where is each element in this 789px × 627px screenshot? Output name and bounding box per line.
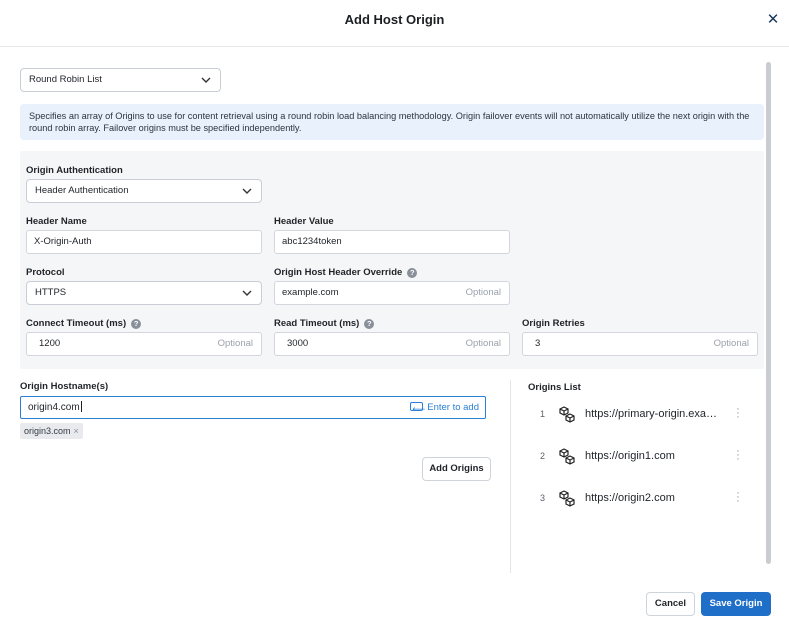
kebab-menu-icon[interactable]: · · · <box>735 404 741 423</box>
scrollbar[interactable] <box>766 62 771 564</box>
origins-list-item: 1 https://primary-origin.example.com ··· <box>528 404 753 425</box>
enter-to-add-hint: Enter to add <box>410 397 479 420</box>
chevron-down-icon <box>201 77 211 83</box>
origin-auth-value: Header Authentication <box>35 185 129 196</box>
connect-timeout-label-text: Connect Timeout (ms) <box>26 318 127 329</box>
origin-url: https://primary-origin.example.com <box>585 408 722 420</box>
optional-hint: Optional <box>465 338 501 349</box>
add-origins-button[interactable]: Add Origins <box>422 457 491 481</box>
read-timeout-value: 3000 <box>287 338 309 349</box>
origin-cubes-icon <box>559 448 575 465</box>
optional-hint: Optional <box>465 287 501 298</box>
protocol-select[interactable]: HTTPS <box>26 281 262 305</box>
origin-index: 3 <box>540 493 546 503</box>
header-name-input[interactable]: X-Origin-Auth <box>26 230 262 254</box>
load-balancing-select[interactable]: Round Robin List <box>20 68 221 92</box>
close-icon[interactable]: ✕ <box>765 12 781 28</box>
enter-key-icon <box>410 399 425 420</box>
origin-retries-label: Origin Retries <box>522 318 585 329</box>
dialog-title: Add Host Origin <box>344 12 445 27</box>
header-value-label: Header Value <box>274 216 334 227</box>
origins-list-title: Origins List <box>528 382 581 393</box>
origins-list-item: 3 https://origin2.com · · · <box>528 488 753 509</box>
hostname-chip: origin3.com × <box>20 423 83 439</box>
load-balancing-value: Round Robin List <box>29 74 102 85</box>
optional-hint: Optional <box>217 338 253 349</box>
hostname-chip-label: origin3.com <box>24 426 71 436</box>
dialog-header: Add Host Origin ✕ <box>0 0 789 47</box>
chevron-down-icon <box>242 290 252 296</box>
origin-hostname-input[interactable]: origin4.com Enter to add <box>20 396 486 420</box>
origin-index: 2 <box>540 451 546 461</box>
protocol-label: Protocol <box>26 267 65 278</box>
read-timeout-label-text: Read Timeout (ms) <box>274 318 360 329</box>
origin-retries-input[interactable]: 3 Optional <box>522 332 758 356</box>
help-icon[interactable]: ? <box>131 319 142 329</box>
origin-auth-select[interactable]: Header Authentication <box>26 179 262 203</box>
text-caret <box>80 401 82 412</box>
column-divider <box>510 380 511 573</box>
origin-cubes-icon <box>559 406 575 423</box>
help-icon[interactable]: ? <box>364 319 375 329</box>
header-name-label: Header Name <box>26 216 87 227</box>
origin-url: https://origin2.com <box>585 492 675 504</box>
enter-to-add-text: Enter to add <box>427 402 479 413</box>
protocol-value: HTTPS <box>35 287 67 298</box>
chevron-down-icon <box>242 188 252 194</box>
origin-index: 1 <box>540 409 546 419</box>
cancel-button[interactable]: Cancel <box>646 592 695 616</box>
host-header-override-value: example.com <box>282 287 339 298</box>
host-header-override-label: Origin Host Header Override? <box>274 267 418 278</box>
origin-hostname-value: origin4.com <box>28 402 80 413</box>
origins-list-item: 2 https://origin1.com · · · <box>528 446 753 467</box>
info-banner: Specifies an array of Origins to use for… <box>20 104 764 140</box>
host-header-override-label-text: Origin Host Header Override <box>274 267 403 278</box>
host-header-override-input[interactable]: example.com Optional <box>274 281 510 305</box>
save-origin-button[interactable]: Save Origin <box>701 592 771 616</box>
header-value-value: abc1234token <box>282 236 342 247</box>
connect-timeout-value: 1200 <box>39 338 61 349</box>
read-timeout-label: Read Timeout (ms)? <box>274 318 375 329</box>
kebab-menu-icon[interactable]: · · · <box>735 488 741 507</box>
help-icon[interactable]: ? <box>407 268 418 278</box>
origin-cubes-icon <box>559 490 575 507</box>
origin-retries-value: 3 <box>535 338 541 349</box>
header-value-input[interactable]: abc1234token <box>274 230 510 254</box>
connect-timeout-label: Connect Timeout (ms)? <box>26 318 142 329</box>
read-timeout-input[interactable]: 3000 Optional <box>274 332 510 356</box>
kebab-menu-icon[interactable]: · · · <box>735 446 741 465</box>
origin-auth-label: Origin Authentication <box>26 165 123 176</box>
header-name-value: X-Origin-Auth <box>34 236 92 247</box>
origin-url: https://origin1.com <box>585 450 675 462</box>
origin-hostnames-label: Origin Hostname(s) <box>20 381 109 392</box>
optional-hint: Optional <box>713 338 749 349</box>
connect-timeout-input[interactable]: 1200 Optional <box>26 332 262 356</box>
remove-chip-icon[interactable]: × <box>74 426 79 436</box>
